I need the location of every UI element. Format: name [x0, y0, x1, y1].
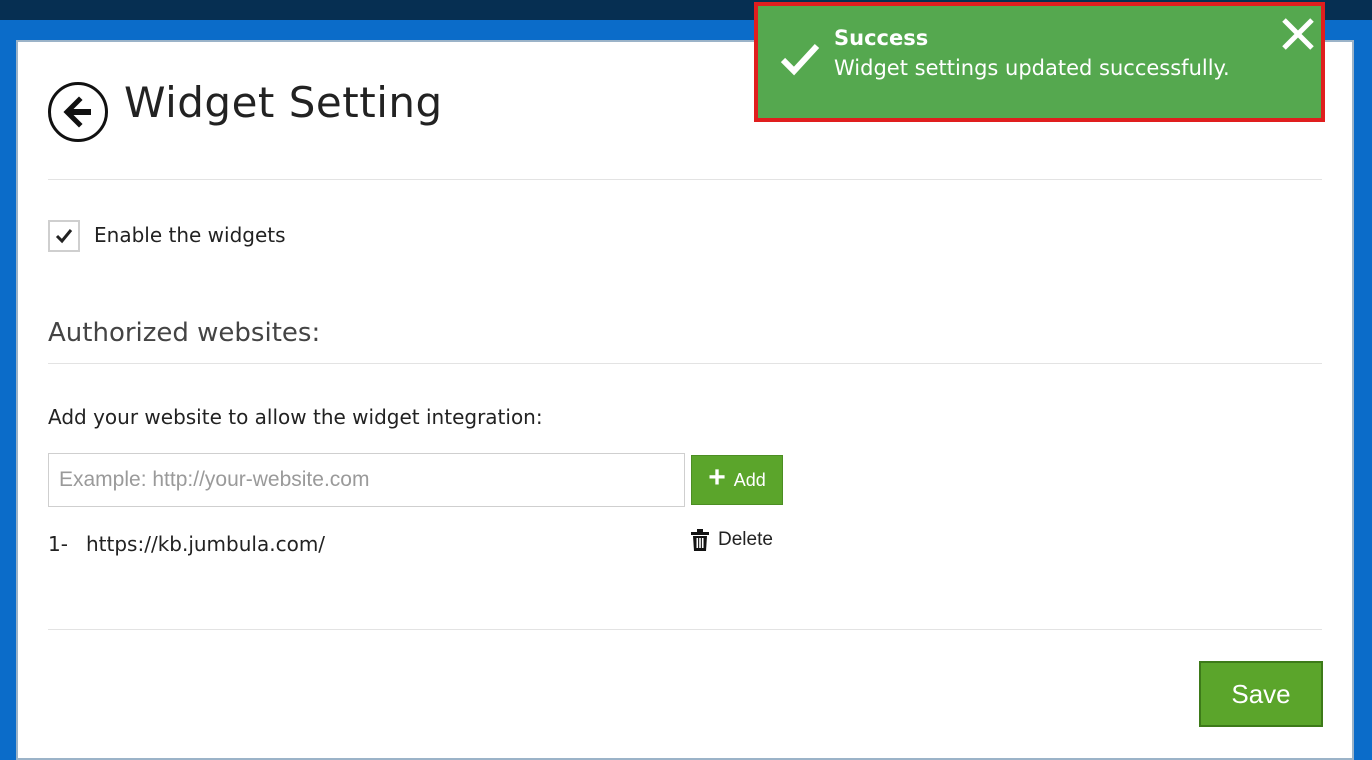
- enable-widgets-label[interactable]: Enable the widgets: [94, 223, 286, 247]
- save-button[interactable]: Save: [1199, 661, 1323, 727]
- instruction-text: Add your website to allow the widget int…: [48, 405, 543, 429]
- toast-title: Success: [834, 26, 929, 50]
- section-divider: [48, 363, 1322, 364]
- footer-divider: [48, 629, 1322, 630]
- plus-icon: +: [708, 461, 726, 494]
- arrow-left-icon: [63, 96, 91, 128]
- authorized-websites-heading: Authorized websites:: [48, 318, 321, 348]
- back-button[interactable]: [48, 82, 108, 142]
- trash-icon: [691, 529, 709, 551]
- add-website-button[interactable]: + Add: [691, 455, 783, 505]
- checkmark-icon: [780, 43, 820, 76]
- header-divider: [48, 179, 1322, 180]
- website-url: https://kb.jumbula.com/: [86, 532, 326, 556]
- delete-label: Delete: [718, 529, 773, 550]
- close-icon[interactable]: [1278, 14, 1318, 54]
- add-button-label: Add: [733, 469, 766, 490]
- enable-widgets-checkbox[interactable]: [48, 220, 80, 252]
- widget-settings-panel: Widget Setting Enable the widgets Author…: [16, 40, 1354, 760]
- website-index: 1-: [48, 532, 68, 556]
- delete-website-button[interactable]: Delete: [690, 529, 773, 551]
- toast-message: Widget settings updated successfully.: [834, 56, 1230, 80]
- page-title: Widget Setting: [124, 78, 443, 127]
- checkmark-icon: [55, 229, 73, 244]
- website-url-input[interactable]: [48, 453, 685, 507]
- success-toast: Success Widget settings updated successf…: [754, 2, 1325, 122]
